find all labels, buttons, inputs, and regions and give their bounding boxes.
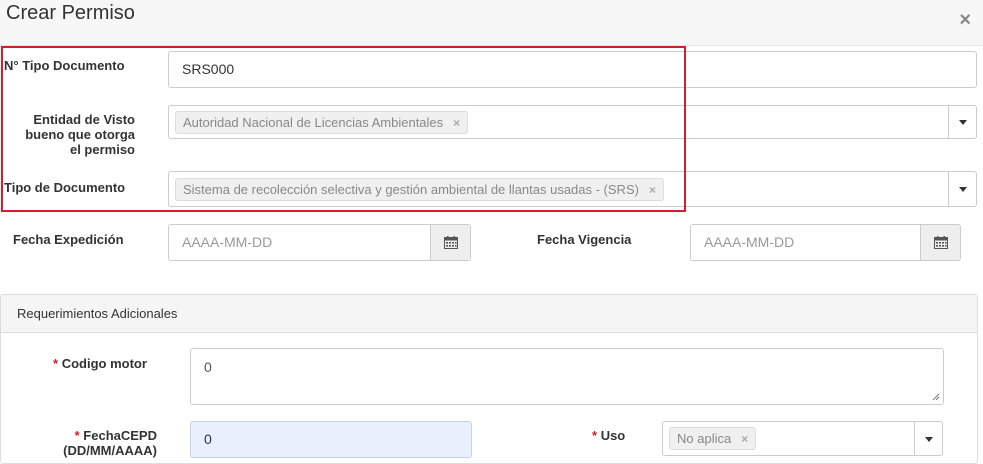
fecha-expedicion-placeholder: AAAA-MM-DD: [182, 234, 273, 250]
panel-title: Requerimientos Adicionales: [17, 306, 178, 321]
tipo-documento-numero-label: N° Tipo Documento: [4, 58, 125, 73]
fecha-cepd-label-text: FechaCEPD: [83, 428, 157, 443]
fecha-vigencia-calendar-button[interactable]: [920, 225, 960, 260]
uso-label-text: Uso: [600, 428, 626, 443]
tipo-documento-select[interactable]: Sistema de recolección selectiva y gesti…: [168, 171, 977, 207]
entidad-label-line-3: el permiso: [69, 142, 135, 157]
caret-down-icon: [959, 120, 967, 125]
uso-tag-label: No aplica: [677, 431, 732, 446]
caret-down-icon: [925, 436, 933, 442]
calendar-icon: [444, 236, 458, 249]
close-icon[interactable]: ×: [959, 10, 971, 30]
fecha-vigencia-input[interactable]: AAAA-MM-DD: [690, 224, 961, 261]
codigo-motor-label-text: Codigo motor: [61, 356, 147, 371]
uso-label: * Uso: [592, 428, 625, 443]
fecha-cepd-label-line-1: * FechaCEPD: [30, 428, 157, 443]
entidad-dropdown-toggle[interactable]: [948, 106, 976, 138]
fecha-cepd-value: 0: [204, 431, 212, 447]
resize-grip-icon[interactable]: [932, 393, 940, 401]
codigo-motor-textarea[interactable]: 0: [190, 348, 944, 405]
entidad-label-line-2: bueno que otorga: [25, 127, 135, 142]
entidad-tag-label: Autoridad Nacional de Licencias Ambienta…: [183, 115, 444, 130]
codigo-motor-label: * Codigo motor: [53, 356, 147, 371]
uso-select[interactable]: No aplica ×: [662, 421, 943, 456]
uso-dropdown-toggle[interactable]: [914, 422, 942, 455]
uso-selected-tag: No aplica ×: [669, 427, 757, 450]
tipo-documento-tag-label: Sistema de recolección selectiva y gesti…: [183, 182, 639, 197]
required-mark: *: [74, 428, 80, 443]
tipo-documento-dropdown-toggle[interactable]: [948, 172, 976, 206]
required-mark: *: [592, 428, 598, 443]
tipo-documento-label: Tipo de Documento: [4, 180, 126, 195]
fecha-expedicion-calendar-button[interactable]: [430, 225, 470, 260]
calendar-icon: [934, 236, 948, 249]
entidad-label: Entidad de Visto bueno que otorga el per…: [4, 112, 135, 157]
tag-remove-icon[interactable]: ×: [741, 432, 748, 446]
entidad-select[interactable]: Autoridad Nacional de Licencias Ambienta…: [168, 105, 977, 139]
fecha-expedicion-input[interactable]: AAAA-MM-DD: [168, 224, 471, 261]
tag-remove-icon[interactable]: ×: [649, 183, 656, 197]
codigo-motor-value: 0: [204, 359, 212, 375]
fecha-cepd-label-line-2: (DD/MM/AAAA): [63, 443, 157, 458]
tag-remove-icon[interactable]: ×: [453, 116, 460, 130]
fecha-vigencia-label: Fecha Vigencia: [537, 232, 632, 247]
fecha-cepd-input[interactable]: 0: [190, 421, 472, 458]
panel-heading: Requerimientos Adicionales: [1, 295, 977, 333]
modal-header: Crear Permiso ×: [0, 0, 983, 46]
fecha-cepd-label: * FechaCEPD (DD/MM/AAAA): [30, 428, 157, 458]
entidad-selected-tag: Autoridad Nacional de Licencias Ambienta…: [175, 111, 469, 134]
tipo-documento-numero-value: SRS000: [182, 61, 235, 77]
fecha-expedicion-label: Fecha Expedición: [13, 232, 124, 247]
tipo-documento-selected-tag: Sistema de recolección selectiva y gesti…: [175, 178, 664, 201]
tipo-documento-numero-input[interactable]: SRS000: [168, 51, 977, 88]
fecha-vigencia-placeholder: AAAA-MM-DD: [704, 234, 795, 250]
entidad-label-line-1: Entidad de Visto: [33, 112, 135, 127]
required-mark: *: [53, 356, 59, 371]
modal-title: Crear Permiso: [6, 2, 135, 24]
caret-down-icon: [959, 187, 967, 192]
